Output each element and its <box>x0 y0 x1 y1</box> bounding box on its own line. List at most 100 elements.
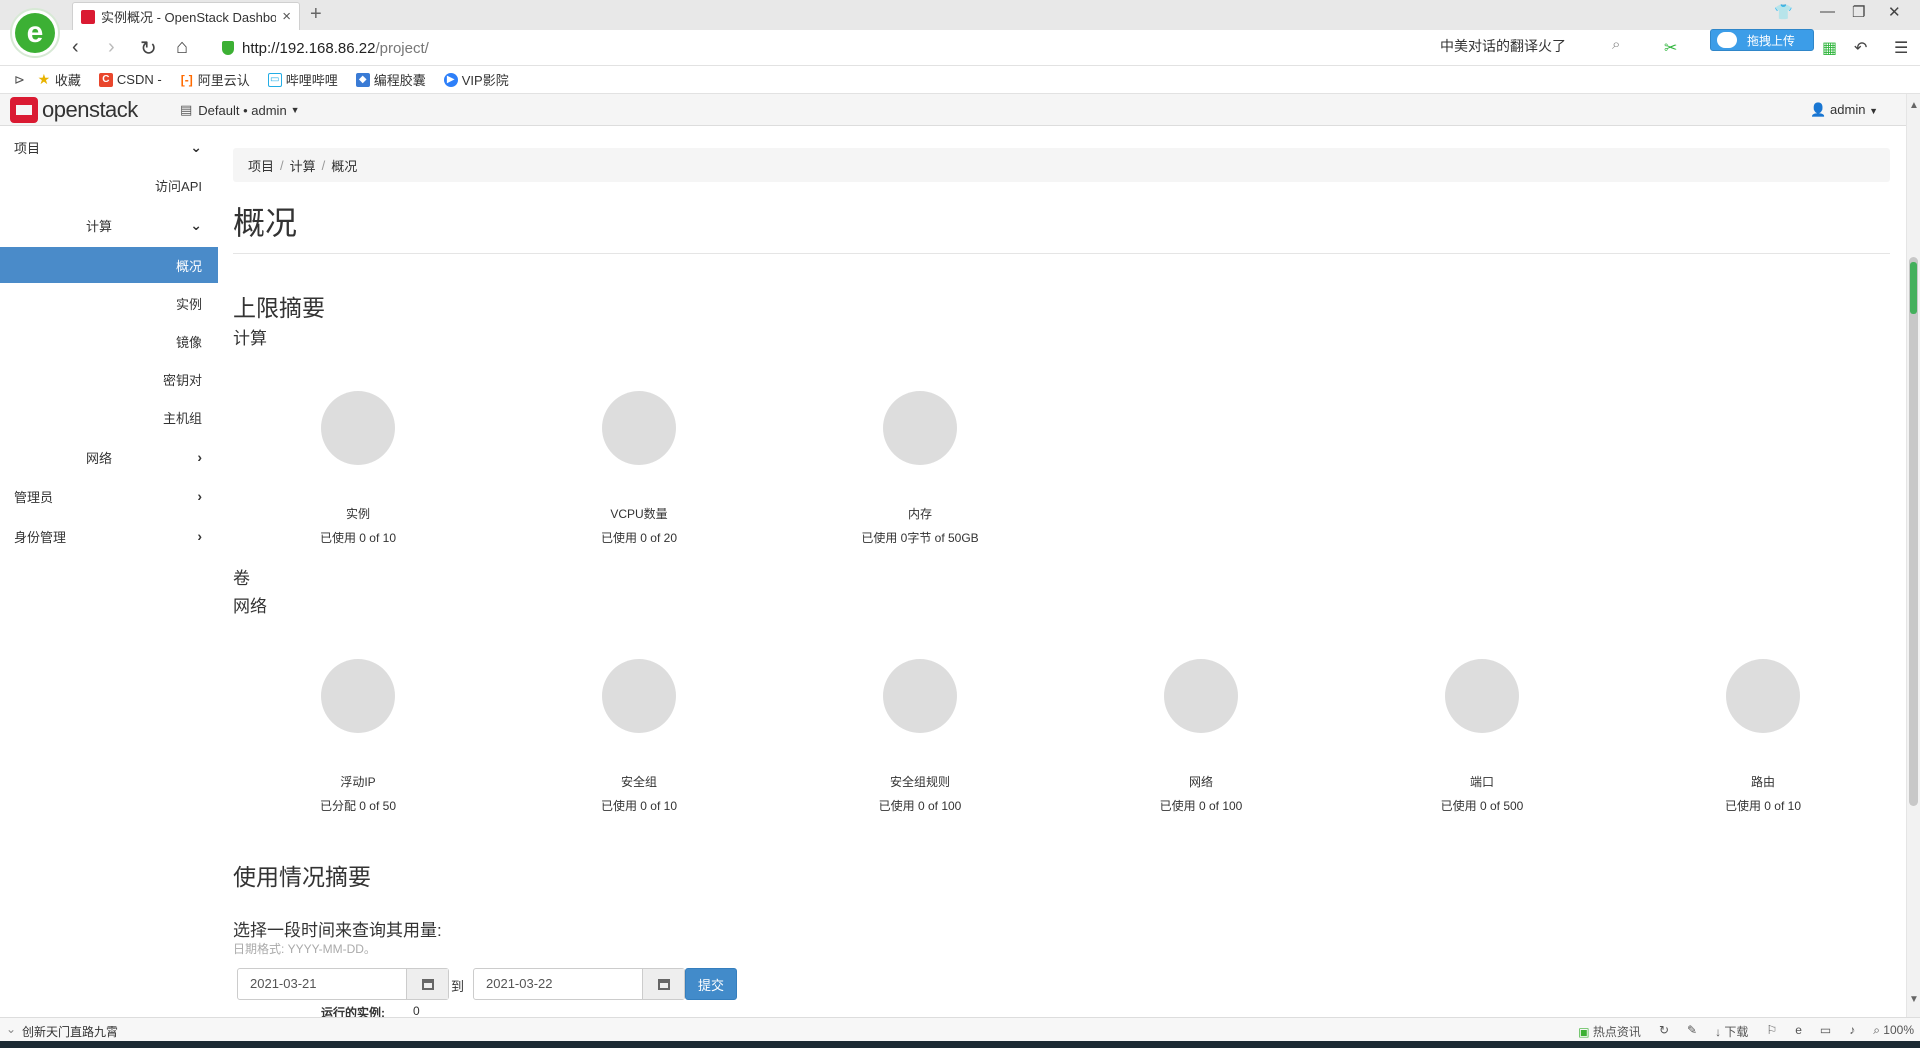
minimize-icon[interactable]: — <box>1820 3 1835 20</box>
pin-icon[interactable]: ✎ <box>1687 1023 1697 1040</box>
bookmarks-bar: ⊳ ★ 收藏 C CSDN - [-] 阿里云认 ▭ 哔哩哔哩 ◆ 编程胶囊 ▶ VIP影院 <box>0 66 1920 94</box>
openstack-favicon-icon <box>81 9 95 24</box>
sound-icon[interactable]: ♪ <box>1849 1023 1855 1040</box>
download-button[interactable]: ↓ 下载 <box>1715 1023 1748 1040</box>
sidebar-toggle-icon[interactable]: ⊳ <box>14 72 25 88</box>
zoom-control[interactable]: ⌕ 100% <box>1873 1023 1914 1040</box>
search-icon[interactable]: ⌕ <box>1612 36 1620 53</box>
pie-chart <box>1726 659 1800 733</box>
menu-icon[interactable]: ☰ <box>1894 38 1908 58</box>
back-icon[interactable]: ‹ <box>72 36 79 59</box>
restore-icon[interactable]: ❐ <box>1852 3 1865 21</box>
volume-heading: 卷 <box>233 569 250 588</box>
quota-pie-security-group-rules: 安全组规则 已使用 0 of 100 <box>830 659 1010 814</box>
pie-chart <box>1445 659 1519 733</box>
home-icon[interactable]: ⌂ <box>176 36 188 59</box>
sidebar-item-keypairs[interactable]: 密钥对 <box>0 361 218 397</box>
bookmark-capsule[interactable]: ◆ 编程胶囊 <box>355 70 426 89</box>
sidebar-item-overview[interactable]: 概况 <box>0 247 218 283</box>
sidebar-item-network[interactable]: 网络 › <box>0 439 218 475</box>
openstack-logo[interactable]: openstack <box>10 97 138 123</box>
new-tab-icon[interactable]: + <box>310 3 322 26</box>
scroll-up-icon[interactable]: ▲ <box>1909 100 1919 111</box>
start-date-input[interactable]: 2021-03-21 <box>238 969 406 999</box>
page-scrollbar[interactable]: ▲ ▼ <box>1906 94 1920 1017</box>
sidebar-item-server-groups[interactable]: 主机组 <box>0 399 218 435</box>
skin-icon[interactable]: 👕 <box>1774 3 1793 21</box>
pie-chart <box>602 659 676 733</box>
bookmark-csdn[interactable]: C CSDN - <box>98 72 162 87</box>
flag-icon[interactable]: ⚐ <box>1766 1023 1777 1040</box>
bookmark-bilibili[interactable]: ▭ 哔哩哔哩 <box>267 70 338 89</box>
browser-tab-strip: 实例概况 - OpenStack Dashboard × + 👕 — ❐ ✕ <box>0 0 1920 30</box>
pie-chart <box>321 659 395 733</box>
scissors-icon[interactable]: ✂ <box>1664 38 1677 58</box>
bookmark-vip[interactable]: ▶ VIP影院 <box>443 70 509 89</box>
project-icon: ▤ <box>180 102 193 117</box>
caret-down-icon: ▼ <box>1869 106 1878 116</box>
hot-news-button[interactable]: ▣ 热点资讯 <box>1578 1023 1641 1040</box>
quota-pie-networks: 网络 已使用 0 of 100 <box>1111 659 1291 814</box>
apps-grid-icon[interactable]: ▦ <box>1822 38 1837 58</box>
bookmark-aliyun[interactable]: [-] 阿里云认 <box>180 70 250 89</box>
aliyun-icon: [-] <box>180 72 193 87</box>
start-date-field[interactable]: 2021-03-21 <box>237 968 449 1000</box>
close-tab-icon[interactable]: × <box>282 8 291 25</box>
quota-pie-vcpus: VCPU数量 已使用 0 of 20 <box>549 391 729 546</box>
tab-title: 实例概况 - OpenStack Dashboard <box>101 10 277 25</box>
capsule-icon: ◆ <box>355 72 370 87</box>
end-date-input[interactable]: 2021-03-22 <box>474 969 642 999</box>
refresh-icon[interactable]: ↻ <box>1659 1023 1669 1040</box>
openstack-logo-icon <box>10 97 38 123</box>
submit-button[interactable]: 提交 <box>685 968 737 1000</box>
calendar-icon[interactable] <box>642 969 684 999</box>
end-date-field[interactable]: 2021-03-22 <box>473 968 685 1000</box>
compute-heading: 计算 <box>233 329 267 348</box>
main-content: 项目 / 计算 / 概况 概况 上限摘要 计算 实例 已使用 0 of 10 VCP… <box>233 126 1890 1020</box>
scrollbar-thumb[interactable] <box>1909 257 1918 806</box>
project-switcher[interactable]: ▤ Default • admin ▼ <box>180 102 300 118</box>
browser-logo[interactable]: e <box>10 8 60 58</box>
browser-status-bar: ⌄ 创新天门直路九霄 ▣ 热点资讯 ↻ ✎ ↓ 下载 ⚐ e ▭ ♪ ⌕ 100… <box>0 1017 1920 1041</box>
bilibili-icon: ▭ <box>267 72 282 87</box>
scrollbar-grip <box>1910 262 1917 314</box>
limits-heading: 上限摘要 <box>233 295 325 321</box>
chevron-down-icon: ⌄ <box>190 138 202 155</box>
network-heading: 网络 <box>233 597 267 616</box>
quota-pie-ports: 端口 已使用 0 of 500 <box>1392 659 1572 814</box>
chevron-right-icon: › <box>197 449 202 465</box>
close-window-icon[interactable]: ✕ <box>1888 3 1901 21</box>
reload-icon[interactable]: ↻ <box>140 36 157 61</box>
search-input[interactable]: 中美对话的翻译火了 <box>1440 36 1640 58</box>
sidebar-item-project[interactable]: 项目 ⌄ <box>0 129 218 165</box>
user-menu[interactable]: 👤 admin ▼ <box>1810 102 1878 118</box>
undo-icon[interactable]: ↶ <box>1854 38 1867 58</box>
ie-icon[interactable]: e <box>1795 1023 1802 1040</box>
date-range-intro: 选择一段时间来查询其用量: <box>233 921 442 940</box>
quota-pie-instances: 实例 已使用 0 of 10 <box>268 391 448 546</box>
sidebar-item-api-access[interactable]: 访问API <box>0 167 218 203</box>
breadcrumb-project[interactable]: 项目 <box>248 156 274 175</box>
sidebar-item-images[interactable]: 镜像 <box>0 323 218 359</box>
sidebar-item-instances[interactable]: 实例 <box>0 285 218 321</box>
sidebar-item-identity[interactable]: 身份管理 › <box>0 518 218 554</box>
news-link[interactable]: 创新天门直路九霄 <box>22 1023 118 1040</box>
breadcrumb: 项目 / 计算 / 概况 <box>233 148 1890 182</box>
window-icon[interactable]: ▭ <box>1820 1023 1831 1040</box>
quota-pie-floating-ips: 浮动IP 已分配 0 of 50 <box>268 659 448 814</box>
sidebar-item-compute[interactable]: 计算 ⌄ <box>0 207 218 243</box>
url-field[interactable]: http://192.168.86.22 /project/ <box>222 36 1402 60</box>
forward-icon[interactable]: › <box>108 36 115 59</box>
openstack-header: openstack ▤ Default • admin ▼ 👤 admin ▼ <box>0 94 1906 126</box>
sidebar-item-admin[interactable]: 管理员 › <box>0 478 218 514</box>
chevron-down-icon[interactable]: ⌄ <box>6 1022 16 1036</box>
chevron-right-icon: › <box>197 528 202 544</box>
calendar-icon[interactable] <box>406 969 448 999</box>
scroll-down-icon[interactable]: ▼ <box>1909 994 1919 1005</box>
bookmark-favorites[interactable]: ★ 收藏 <box>37 70 81 89</box>
usage-heading: 使用情况摘要 <box>233 864 371 890</box>
breadcrumb-compute[interactable]: 计算 <box>290 156 316 175</box>
browser-tab[interactable]: 实例概况 - OpenStack Dashboard × <box>72 2 300 30</box>
upload-button[interactable]: 拖拽上传 <box>1710 29 1814 51</box>
csdn-icon: C <box>98 72 113 87</box>
